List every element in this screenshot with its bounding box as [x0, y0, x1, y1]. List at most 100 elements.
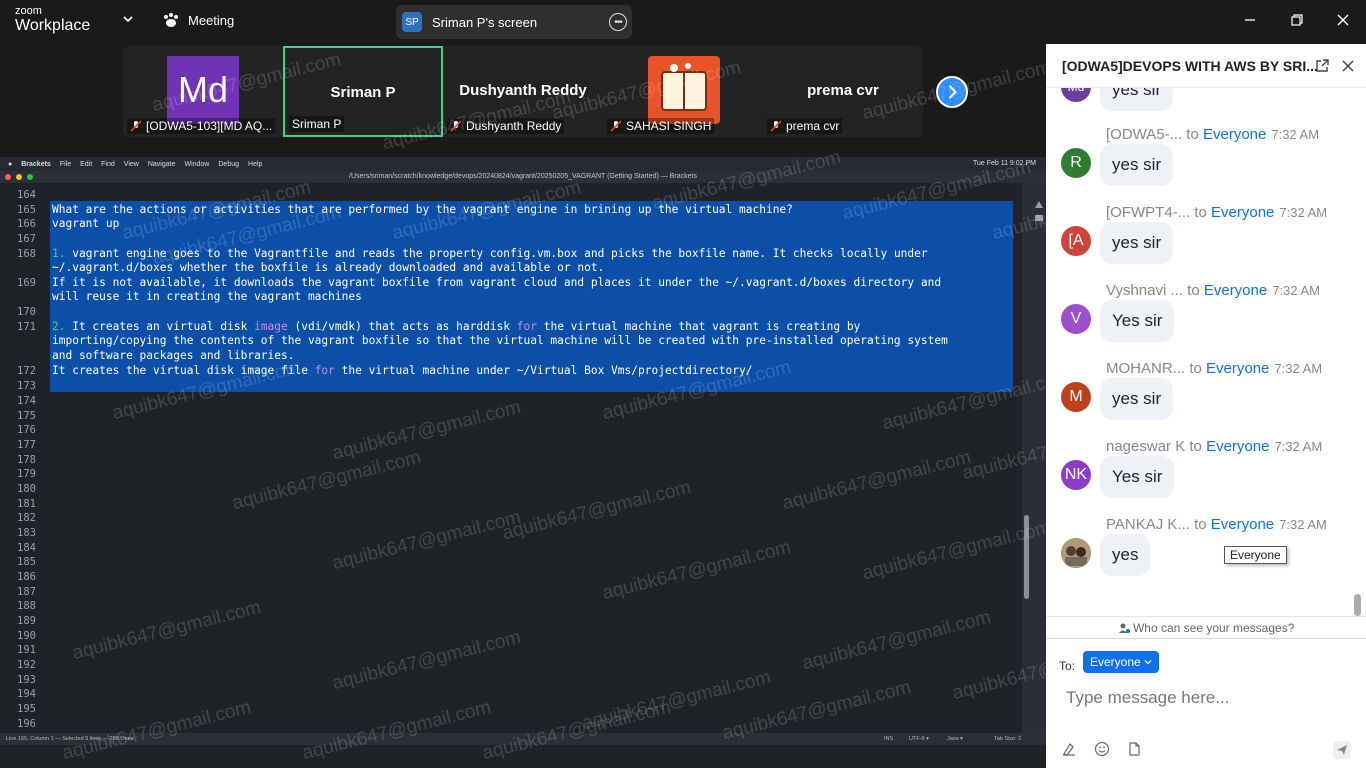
sender-name[interactable]: [ODWA5-... — [1106, 126, 1182, 143]
code-line: importing/copying the contents of the va… — [52, 334, 948, 347]
zoom-logo[interactable]: zoom Workplace — [15, 6, 90, 34]
line-number: 177 — [17, 439, 36, 451]
message-bubble[interactable]: yes sir — [1100, 144, 1174, 186]
code-text: It creates an virtual disk — [65, 320, 255, 333]
message-list[interactable]: Md yes sir [ODWA5-... to Everyone 7:32 AM… — [1046, 88, 1354, 620]
participant-tile[interactable]: Md [ODWA5-103][MD AQ... — [123, 46, 283, 137]
line-number: 190 — [17, 630, 36, 642]
code-text: vagrant engine goes to the Vagrantfile a… — [65, 247, 928, 260]
minimize-dot-icon[interactable] — [16, 174, 22, 180]
code-keyword: for — [516, 320, 537, 333]
send-icon[interactable] — [1333, 741, 1351, 759]
line-number: 165 — [17, 204, 36, 216]
code-line: and software packages and libraries. — [52, 349, 295, 362]
sender-name[interactable]: nageswar K — [1106, 438, 1185, 455]
to-label: To: — [1059, 659, 1076, 673]
close-dot-icon[interactable] — [5, 174, 11, 180]
emoji-icon[interactable] — [1094, 741, 1110, 757]
participant-label: [ODWA5-103][MD AQ... — [127, 118, 276, 134]
line-number: 178 — [17, 454, 36, 466]
sender-name[interactable]: [OFWPT4-... — [1106, 204, 1190, 221]
sender-avatar: [A — [1061, 226, 1091, 256]
editor-scrollbar[interactable] — [1022, 183, 1032, 733]
line-number: 195 — [17, 703, 36, 715]
format-icon[interactable] — [1061, 741, 1077, 757]
screen-share-pill[interactable]: SP Sriman P's screen ••• — [396, 5, 632, 39]
line-number: 167 — [17, 233, 36, 245]
to-label: to — [1186, 126, 1199, 143]
tab-size[interactable]: Tab Size: 2 — [994, 733, 1021, 745]
live-preview-icon[interactable] — [1034, 199, 1044, 209]
message-bubble[interactable]: yes sir — [1100, 222, 1174, 264]
extension-icon[interactable] — [1034, 213, 1044, 223]
menu-view[interactable]: View — [124, 161, 139, 168]
sender-name[interactable]: PANKAJ K... — [1106, 516, 1190, 533]
mic-muted-icon — [770, 120, 782, 132]
code-line: If it is not available, it downloads the… — [52, 276, 942, 289]
participant-tile[interactable]: Dushyanth Reddy Dushyanth Reddy — [443, 46, 603, 137]
sender-name[interactable]: MOHANR... — [1106, 360, 1185, 377]
close-icon[interactable] — [1335, 12, 1351, 28]
line-number: 179 — [17, 468, 36, 480]
logo-line2: Workplace — [15, 17, 91, 34]
code-editor[interactable]: 164 165 166 167 168 169 170 171 172 173 174 175 176 1… — [0, 183, 1022, 733]
chat-scrollbar-thumb[interactable] — [1354, 594, 1361, 616]
message-bubble[interactable]: yes sir — [1100, 88, 1174, 111]
close-chat-icon[interactable] — [1340, 58, 1356, 74]
timestamp: 7:32 AM — [1274, 361, 1323, 376]
minimize-icon[interactable] — [1242, 12, 1258, 28]
screen-share-label: Sriman P's screen — [432, 14, 538, 30]
sender-avatar: M — [1061, 382, 1091, 412]
chat-panel: [ODWA5]DEVOPS WITH AWS BY SRI... Md yes … — [1046, 44, 1366, 768]
menu-file[interactable]: File — [60, 161, 71, 168]
message-input[interactable] — [1056, 683, 1352, 713]
message-bubble[interactable]: yes sir — [1100, 378, 1174, 420]
line-number-gutter: 164 165 166 167 168 169 170 171 172 173 174 175 176 1… — [0, 183, 46, 733]
recipient-select[interactable]: Everyone — [1083, 651, 1160, 673]
message-bubble[interactable]: Yes sir — [1100, 456, 1175, 498]
recipient-value: Everyone — [1090, 655, 1141, 669]
chevron-down-icon[interactable] — [121, 12, 135, 26]
line-number: 196 — [17, 718, 36, 730]
insert-mode[interactable]: INS — [884, 733, 893, 745]
encoding-select[interactable]: UTF-8 ▾ — [909, 733, 929, 745]
line-number: 193 — [17, 674, 36, 686]
language-select[interactable]: Java ▾ — [947, 733, 963, 745]
sender-name[interactable]: Vyshnavi ... — [1106, 282, 1183, 299]
meeting-menu[interactable]: Meeting — [162, 12, 234, 28]
participant-tile[interactable]: SAHASI SINGH — [603, 46, 763, 137]
menu-debug[interactable]: Debug — [218, 161, 239, 168]
more-options-icon[interactable]: ••• — [609, 13, 627, 31]
zoom-dot-icon[interactable] — [27, 174, 33, 180]
chat-message: Md yes sir — [1046, 88, 1346, 122]
who-can-see-link[interactable]: Who can see your messages? — [1046, 616, 1366, 638]
menu-find[interactable]: Find — [101, 161, 115, 168]
menu-help[interactable]: Help — [248, 161, 262, 168]
who-can-see-text: Who can see your messages? — [1132, 621, 1295, 635]
menu-brackets[interactable]: Brackets — [21, 161, 51, 168]
message-bubble[interactable]: Yes sir — [1100, 300, 1175, 342]
restore-icon[interactable] — [1289, 12, 1305, 28]
line-number: 192 — [17, 659, 36, 671]
list-number: 1. — [52, 247, 66, 260]
line-number: 176 — [17, 424, 36, 436]
next-page-icon[interactable] — [936, 76, 968, 108]
file-icon[interactable] — [1126, 741, 1142, 757]
message-bubble[interactable]: yes — [1100, 534, 1151, 576]
line-number: 180 — [17, 483, 36, 495]
code-text: (vdi/vmdk) that acts as harddisk — [287, 320, 517, 333]
code-text: the virtual machine that vagrant is crea… — [537, 320, 861, 333]
pop-out-icon[interactable] — [1314, 58, 1330, 74]
timestamp: 7:32 AM — [1272, 283, 1320, 298]
menu-navigate[interactable]: Navigate — [148, 161, 176, 168]
editor-scroll-thumb[interactable] — [1024, 515, 1029, 599]
menu-edit[interactable]: Edit — [80, 161, 92, 168]
code-keyword: for — [314, 364, 335, 377]
message-meta: PANKAJ K... to Everyone 7:32 AM — [1106, 516, 1327, 533]
participant-tile[interactable]: prema cvr prema cvr — [763, 46, 923, 137]
line-number: 168 — [17, 248, 36, 260]
participant-tile-active[interactable]: Sriman P Sriman P — [283, 46, 443, 137]
menu-window[interactable]: Window — [184, 161, 209, 168]
line-number: 181 — [17, 498, 36, 510]
participant-name: Dushyanth Reddy — [459, 82, 587, 99]
